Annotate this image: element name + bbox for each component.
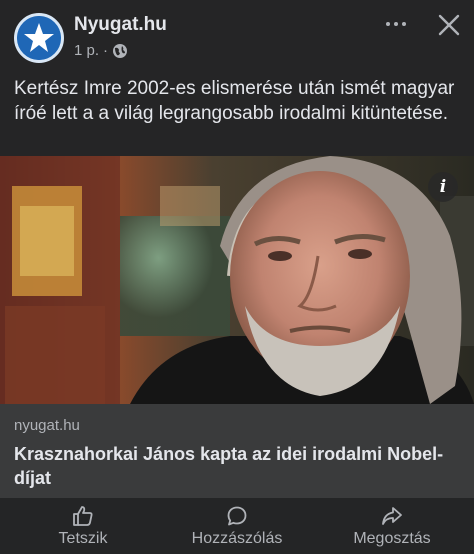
post-caption: Kertész Imre 2002-es elismerése után ism…	[14, 78, 455, 124]
like-label: Tetszik	[58, 529, 108, 547]
more-icon[interactable]	[378, 12, 414, 36]
close-icon[interactable]	[432, 8, 466, 42]
globe-icon	[113, 43, 128, 58]
share-button[interactable]: Megosztás	[322, 498, 462, 554]
action-bar: Tetszik Hozzászólás Megosztás	[0, 498, 474, 554]
link-domain: nyugat.hu	[14, 417, 80, 434]
comment-label: Hozzászólás	[191, 529, 283, 547]
link-preview-image[interactable]: i	[0, 156, 474, 404]
post-header: Nyugat.hu 1 p. ·	[0, 0, 474, 70]
page-name[interactable]: Nyugat.hu	[74, 14, 167, 36]
author-portrait-photo	[0, 156, 474, 404]
info-icon[interactable]: i	[428, 172, 458, 202]
comment-button[interactable]: Hozzászólás	[174, 498, 300, 554]
page-avatar[interactable]	[14, 13, 64, 63]
link-title[interactable]: Krasznahorkai János kapta az idei irodal…	[14, 442, 454, 490]
post-meta: 1 p. ·	[74, 42, 128, 59]
link-preview-card[interactable]: nyugat.hu Krasznahorkai János kapta az i…	[0, 404, 474, 498]
comment-icon	[227, 506, 247, 525]
like-button[interactable]: Tetszik	[28, 498, 138, 554]
star-logo-icon	[17, 16, 61, 60]
post-time[interactable]: 1 p.	[74, 42, 99, 59]
thumbs-up-icon	[73, 505, 93, 526]
meta-separator: ·	[103, 42, 109, 59]
share-icon	[382, 506, 402, 525]
share-label: Megosztás	[353, 529, 431, 547]
